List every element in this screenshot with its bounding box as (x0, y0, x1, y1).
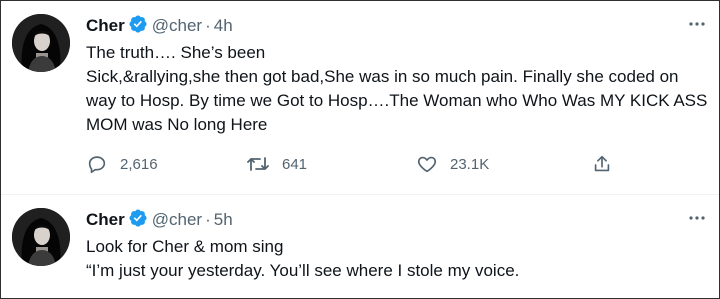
tweet-text: The truth…. She’s been Sick,&rallying,sh… (86, 41, 708, 137)
tweet[interactable]: Cher @cher · 4h The truth…. She’s been Sick… (1, 1, 719, 195)
retweet-count: 641 (282, 155, 308, 173)
avatar-photo (12, 208, 70, 266)
tweet[interactable]: Cher @cher · 5h Look for Cher & mom sing “I… (1, 195, 719, 298)
tweet-text-line: Sick,&rallying,she then got bad,She was … (86, 67, 708, 134)
share-icon (591, 153, 613, 175)
display-name[interactable]: Cher (86, 16, 125, 35)
handle[interactable]: @cher (152, 210, 202, 229)
tweet-header: Cher @cher · 5h (86, 208, 233, 230)
reply-icon (86, 153, 108, 175)
like-icon (416, 153, 438, 175)
more-icon[interactable] (687, 15, 707, 33)
like-count: 23.1K (450, 155, 490, 173)
handle[interactable]: @cher (152, 16, 202, 35)
avatar[interactable] (12, 208, 70, 266)
separator: · (205, 16, 211, 35)
tweet-text: Look for Cher & mom sing “I’m just your … (86, 235, 708, 283)
timestamp[interactable]: 5h (214, 210, 233, 229)
reply-count: 2,616 (120, 155, 158, 173)
timestamp[interactable]: 4h (214, 16, 233, 35)
tweet-actions: 2,616 641 23.1K (86, 151, 646, 177)
tweet-text-line: Look for Cher & mom sing (86, 237, 284, 256)
tweet-text-line: “I’m just your yesterday. You’ll see whe… (86, 261, 520, 280)
share-button[interactable] (591, 151, 613, 177)
separator: · (205, 210, 211, 229)
retweet-button[interactable]: 641 (246, 151, 307, 177)
tweet-header: Cher @cher · 4h (86, 14, 233, 36)
display-name[interactable]: Cher (86, 210, 125, 229)
avatar[interactable] (12, 14, 70, 72)
verified-badge-icon (128, 208, 148, 234)
verified-badge-icon (128, 14, 148, 40)
avatar-photo (12, 14, 70, 72)
retweet-icon (246, 153, 270, 175)
tweet-text-line: The truth…. She’s been (86, 43, 266, 62)
tweet-feed: Cher @cher · 4h The truth…. She’s been Sick… (0, 0, 720, 299)
like-button[interactable]: 23.1K (416, 151, 489, 177)
more-icon[interactable] (687, 209, 707, 227)
reply-button[interactable]: 2,616 (86, 151, 158, 177)
